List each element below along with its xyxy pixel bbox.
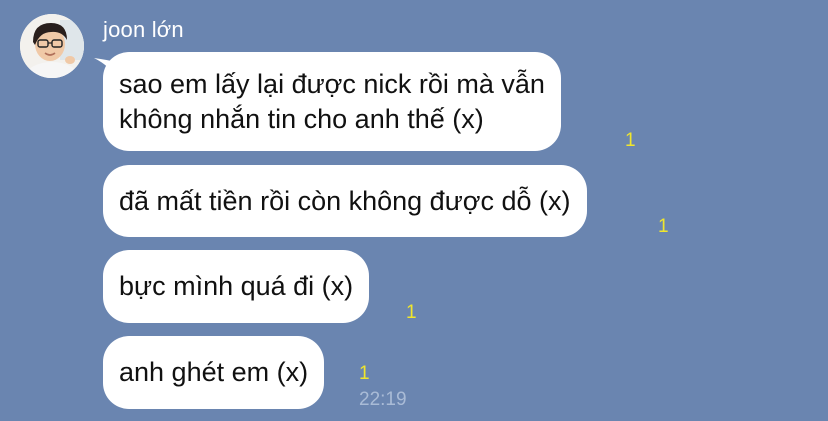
read-count: 1: [658, 216, 669, 237]
message-timestamp: 22:19: [359, 389, 407, 410]
read-count: 1: [359, 363, 370, 384]
message-text: bực mình quá đi (x): [119, 271, 354, 301]
message-line: không nhắn tin cho anh thế (x): [119, 103, 484, 134]
message-bubble[interactable]: anh ghét em (x): [103, 336, 325, 409]
message-bubble[interactable]: sao em lấy lại được nick rồi mà vẫn khôn…: [103, 52, 561, 151]
message-bubble[interactable]: đã mất tiền rồi còn không được dỗ (x): [103, 165, 587, 237]
sender-name: joon lớn: [103, 17, 184, 42]
message-text: anh ghét em (x): [119, 357, 309, 387]
avatar[interactable]: [20, 14, 84, 78]
read-count: 1: [625, 130, 636, 151]
message-bubble[interactable]: bực mình quá đi (x): [103, 250, 370, 323]
read-count: 1: [406, 302, 417, 323]
user-avatar-photo-icon: [20, 14, 84, 78]
message-text: đã mất tiền rồi còn không được dỗ (x): [119, 185, 571, 216]
message-text: sao em lấy lại được nick rồi mà vẫn khôn…: [119, 67, 545, 137]
message-line: sao em lấy lại được nick rồi mà vẫn: [119, 68, 545, 99]
